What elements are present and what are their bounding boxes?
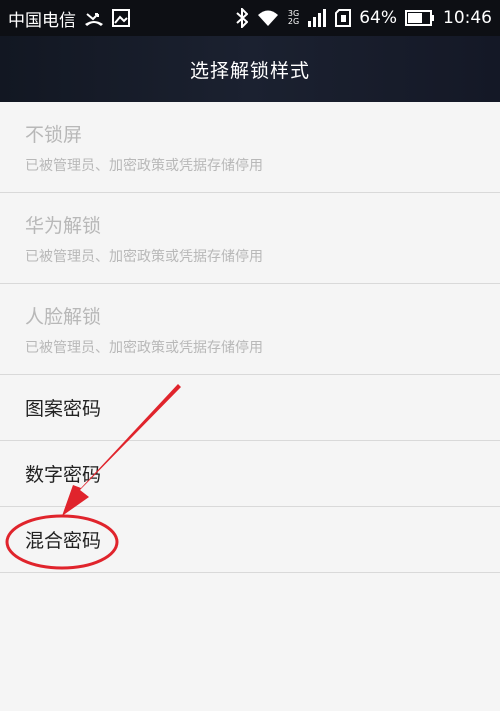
option-title: 不锁屏 <box>25 123 83 146</box>
status-bar: 中国电信 3G 2G 64% 10:46 <box>0 0 500 36</box>
battery-icon <box>405 10 435 26</box>
bluetooth-icon <box>236 8 248 28</box>
option-subtitle: 已被管理员、加密政策或凭据存储停用 <box>25 157 263 174</box>
battery-percent: 64% <box>359 8 397 28</box>
title-bar: 选择解锁样式 <box>0 36 500 102</box>
option-title: 华为解锁 <box>25 214 102 237</box>
option-subtitle: 已被管理员、加密政策或凭据存储停用 <box>25 248 263 265</box>
option-no-lock[interactable]: 不锁屏 已被管理员、加密政策或凭据存储停用 <box>0 102 500 193</box>
option-huawei-unlock[interactable]: 华为解锁 已被管理员、加密政策或凭据存储停用 <box>0 193 500 284</box>
carrier-label: 中国电信 <box>8 10 76 31</box>
option-pin-password[interactable]: 数字密码 <box>0 441 500 507</box>
option-face-unlock[interactable]: 人脸解锁 已被管理员、加密政策或凭据存储停用 <box>0 284 500 375</box>
missed-call-icon <box>84 10 104 26</box>
page-title: 选择解锁样式 <box>189 59 310 82</box>
option-mixed-password[interactable]: 混合密码 <box>0 507 500 573</box>
option-subtitle: 已被管理员、加密政策或凭据存储停用 <box>25 339 263 356</box>
option-title: 混合密码 <box>25 530 102 552</box>
option-title: 图案密码 <box>25 398 102 420</box>
wifi-icon <box>256 9 280 27</box>
sim-icon <box>335 9 352 27</box>
unlock-style-list: 不锁屏 已被管理员、加密政策或凭据存储停用 华为解锁 已被管理员、加密政策或凭据… <box>0 102 500 573</box>
option-title: 数字密码 <box>25 464 102 486</box>
network-type-bottom: 2G <box>287 17 300 26</box>
signal-icon <box>307 9 327 27</box>
network-type-badge: 3G 2G <box>288 10 299 26</box>
option-title: 人脸解锁 <box>25 305 102 328</box>
clock: 10:46 <box>443 8 492 28</box>
image-icon <box>112 9 130 27</box>
option-pattern-password[interactable]: 图案密码 <box>0 375 500 441</box>
